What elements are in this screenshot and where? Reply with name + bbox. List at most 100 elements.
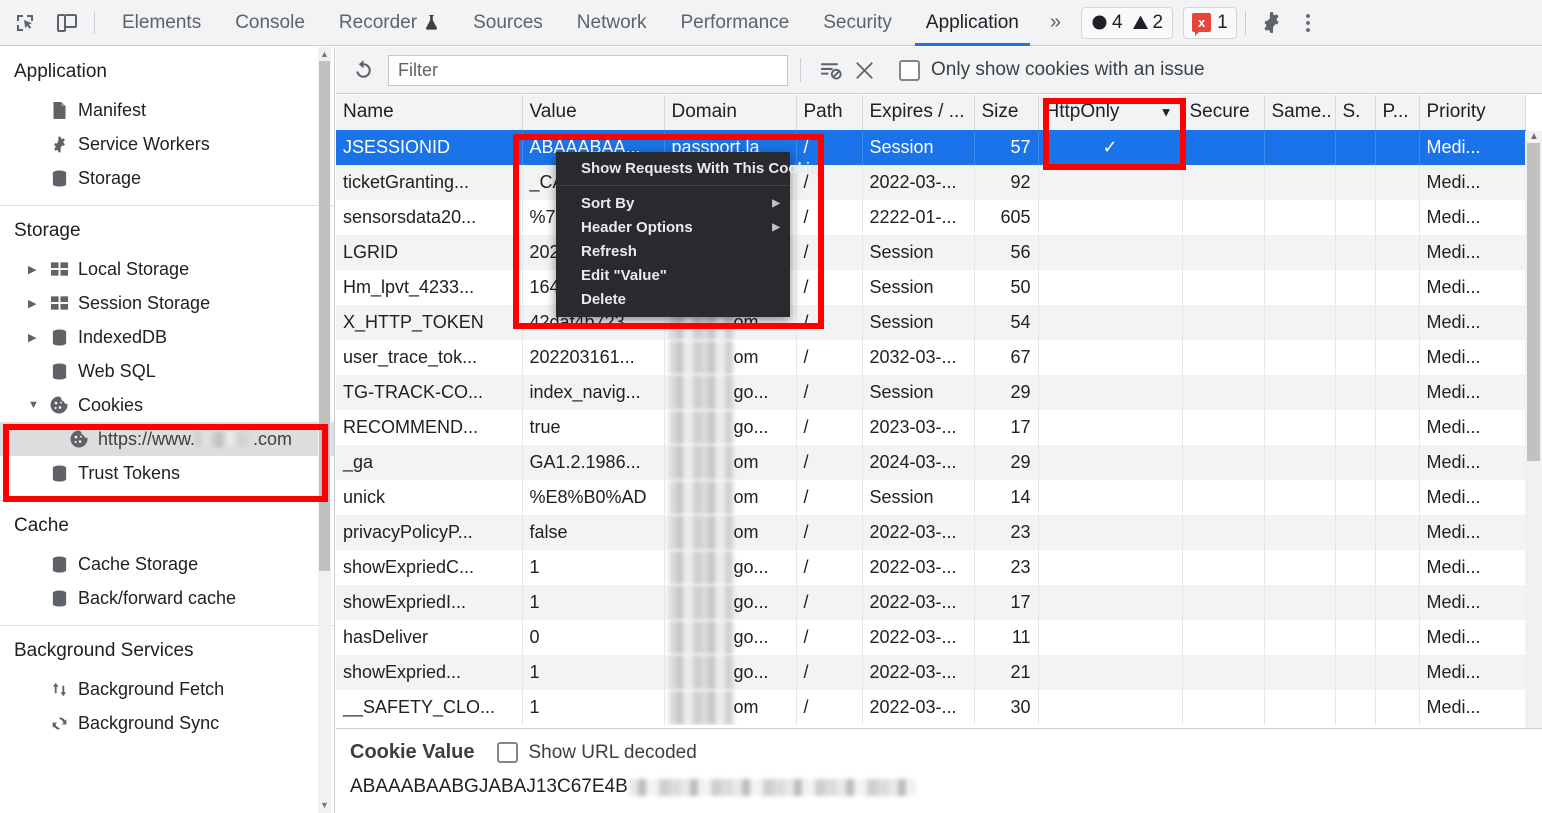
column-header-path[interactable]: Path	[796, 95, 863, 131]
gear-icon[interactable]	[1254, 5, 1290, 41]
only-issues-checkbox[interactable]: Only show cookies with an issue	[899, 59, 1205, 81]
column-header-size[interactable]: Size	[974, 95, 1039, 131]
table-row[interactable]: __SAFETY_CLO... 1 om / 2022-03-... 30 Me…	[336, 690, 1526, 725]
filter-input[interactable]	[388, 54, 788, 86]
inspect-element-icon[interactable]	[8, 6, 42, 40]
column-header-domain[interactable]: Domain	[664, 95, 797, 131]
context-menu-item-delete[interactable]: Delete	[556, 287, 790, 311]
cell-httponly	[1038, 165, 1183, 200]
sidebar-item-back-forward-cache[interactable]: Back/forward cache	[0, 581, 334, 615]
cell-size: 14	[974, 480, 1039, 515]
refresh-icon[interactable]	[346, 53, 380, 87]
cell-priority: Medi...	[1419, 200, 1526, 235]
context-menu-item-sort-by[interactable]: Sort By ▶	[556, 191, 790, 215]
column-header-s[interactable]: S.	[1335, 95, 1376, 131]
cell-expires: 2022-03-...	[862, 620, 975, 655]
table-row[interactable]: JSESSIONID ABAAABAA... passport.la / Ses…	[336, 130, 1526, 165]
chevron-right-icon[interactable]: ▶	[28, 297, 44, 310]
sidebar-item-session-storage[interactable]: ▶ Session Storage	[0, 286, 334, 320]
cell-expires: 2022-03-...	[862, 655, 975, 690]
table-row[interactable]: showExpriedC... 1 go... / 2022-03-... 23…	[336, 550, 1526, 585]
sidebar-scrollbar[interactable]: ▲ ▼	[318, 47, 331, 813]
checkbox-box[interactable]	[899, 59, 920, 81]
table-row[interactable]: user_trace_tok... 202203161... om / 2032…	[336, 340, 1526, 375]
cookie-value-text[interactable]: ABAAABAABGJABAJ13C67E4B	[336, 764, 1542, 798]
table-icon	[46, 261, 72, 277]
column-header-p[interactable]: P...	[1375, 95, 1420, 131]
tab-elements[interactable]: Elements	[105, 0, 218, 46]
scrollbar-thumb[interactable]	[319, 61, 330, 571]
column-header-expires[interactable]: Expires / ...	[862, 95, 975, 131]
cell-p	[1375, 550, 1420, 585]
sidebar-item-local-storage[interactable]: ▶ Local Storage	[0, 252, 334, 286]
tab-performance[interactable]: Performance	[663, 0, 806, 46]
tab-sources[interactable]: Sources	[456, 0, 560, 46]
checkbox-box[interactable]	[496, 742, 518, 763]
table-scrollbar[interactable]: ▲ ▼	[1525, 131, 1542, 776]
table-row[interactable]: unick %E8%B0%AD om / Session 14 Medi...	[336, 480, 1526, 515]
table-row[interactable]: TG-TRACK-CO... index_navig... go... / Se…	[336, 375, 1526, 410]
table-row[interactable]: X_HTTP_TOKEN 42daf4b723... om / Session …	[336, 305, 1526, 340]
context-menu-item-header-options[interactable]: Header Options ▶	[556, 215, 790, 239]
column-header-name[interactable]: Name	[336, 95, 523, 131]
table-row[interactable]: showExpriedI... 1 go... / 2022-03-... 17…	[336, 585, 1526, 620]
context-menu-item-refresh[interactable]: Refresh	[556, 239, 790, 263]
table-row[interactable]: privacyPolicyP... false om / 2022-03-...…	[336, 515, 1526, 550]
scroll-down-arrow-icon[interactable]: ▼	[320, 801, 329, 810]
context-menu-item-show-requests[interactable]: Show Requests With This Cookie	[556, 156, 818, 180]
table-row[interactable]: _ga GA1.2.1986... om / 2024-03-... 29 Me…	[336, 445, 1526, 480]
chevron-right-icon[interactable]: ▶	[28, 263, 44, 276]
clear-all-cookies-icon[interactable]	[847, 53, 881, 87]
sidebar-item-label: Storage	[78, 167, 142, 188]
sidebar-item-manifest[interactable]: Manifest	[0, 93, 334, 127]
cell-expires: 2032-03-...	[862, 340, 975, 375]
sidebar-item-cookies[interactable]: ▼ Cookies	[0, 388, 334, 422]
table-row[interactable]: sensorsdata20... %7... / 2222-01-... 605…	[336, 200, 1526, 235]
column-header-secure[interactable]: Secure	[1182, 95, 1265, 131]
context-menu-item-edit-value[interactable]: Edit "Value"	[556, 263, 790, 287]
sidebar-item-storage[interactable]: Storage	[0, 161, 334, 195]
kebab-menu-icon[interactable]	[1290, 5, 1326, 41]
table-row[interactable]: ticketGranting... _CA... / 2022-03-... 9…	[336, 165, 1526, 200]
show-url-decoded-checkbox[interactable]: Show URL decoded	[496, 742, 697, 764]
tab-console[interactable]: Console	[218, 0, 322, 46]
sidebar-item-trust-tokens[interactable]: Trust Tokens	[0, 456, 334, 490]
cell-p	[1375, 270, 1420, 305]
table-row[interactable]: hasDeliver 0 go... / 2022-03-... 11 Medi…	[336, 620, 1526, 655]
cell-s	[1335, 550, 1376, 585]
scroll-up-arrow-icon[interactable]: ▲	[320, 50, 329, 59]
warning-triangle-icon	[1132, 15, 1148, 29]
table-row[interactable]: RECOMMEND... true go... / 2023-03-... 17…	[336, 410, 1526, 445]
sidebar-item-cookie-origin[interactable]: https://www. .com	[0, 422, 334, 456]
table-row[interactable]: showExpried... 1 go... / 2022-03-... 21 …	[336, 655, 1526, 690]
sidebar-item-background-sync[interactable]: Background Sync	[0, 706, 334, 740]
cell-path: /	[796, 445, 863, 480]
error-badge[interactable]: x 1	[1183, 6, 1237, 39]
sidebar-item-web-sql[interactable]: Web SQL	[0, 354, 334, 388]
device-toolbar-icon[interactable]	[50, 6, 84, 40]
chevron-down-icon[interactable]: ▼	[28, 399, 44, 411]
issues-counter[interactable]: 4 2	[1080, 6, 1174, 39]
tab-network[interactable]: Network	[560, 0, 664, 46]
tab-security[interactable]: Security	[806, 0, 909, 46]
cell-secure	[1182, 410, 1265, 445]
column-header-priority[interactable]: Priority	[1419, 95, 1526, 131]
column-header-value[interactable]: Value	[522, 95, 665, 131]
tab-application[interactable]: Application	[909, 0, 1036, 46]
sidebar-item-cache-storage[interactable]: Cache Storage	[0, 547, 334, 581]
sidebar-item-indexeddb[interactable]: ▶ IndexedDB	[0, 320, 334, 354]
tab-recorder[interactable]: Recorder	[322, 0, 456, 46]
column-header-samesite[interactable]: Same..	[1264, 95, 1336, 131]
cell-httponly	[1038, 305, 1183, 340]
scrollbar-thumb[interactable]	[1527, 143, 1540, 461]
column-header-httponly[interactable]: HttpOnly ▼	[1038, 95, 1183, 131]
table-row[interactable]: LGRID 202... / Session 56 Medi...	[336, 235, 1526, 270]
scroll-up-arrow-icon[interactable]: ▲	[1529, 132, 1539, 142]
cookie-context-menu[interactable]: Show Requests With This Cookie Sort By ▶…	[556, 152, 818, 317]
chevron-right-icon[interactable]: ▶	[28, 331, 44, 344]
sidebar-item-background-fetch[interactable]: Background Fetch	[0, 672, 334, 706]
more-tabs-icon[interactable]: »	[1036, 0, 1075, 46]
sidebar-item-service-workers[interactable]: Service Workers	[0, 127, 334, 161]
table-row[interactable]: Hm_lpvt_4233... 164... / Session 50 Medi…	[336, 270, 1526, 305]
clear-filtered-cookies-icon[interactable]	[813, 53, 847, 87]
